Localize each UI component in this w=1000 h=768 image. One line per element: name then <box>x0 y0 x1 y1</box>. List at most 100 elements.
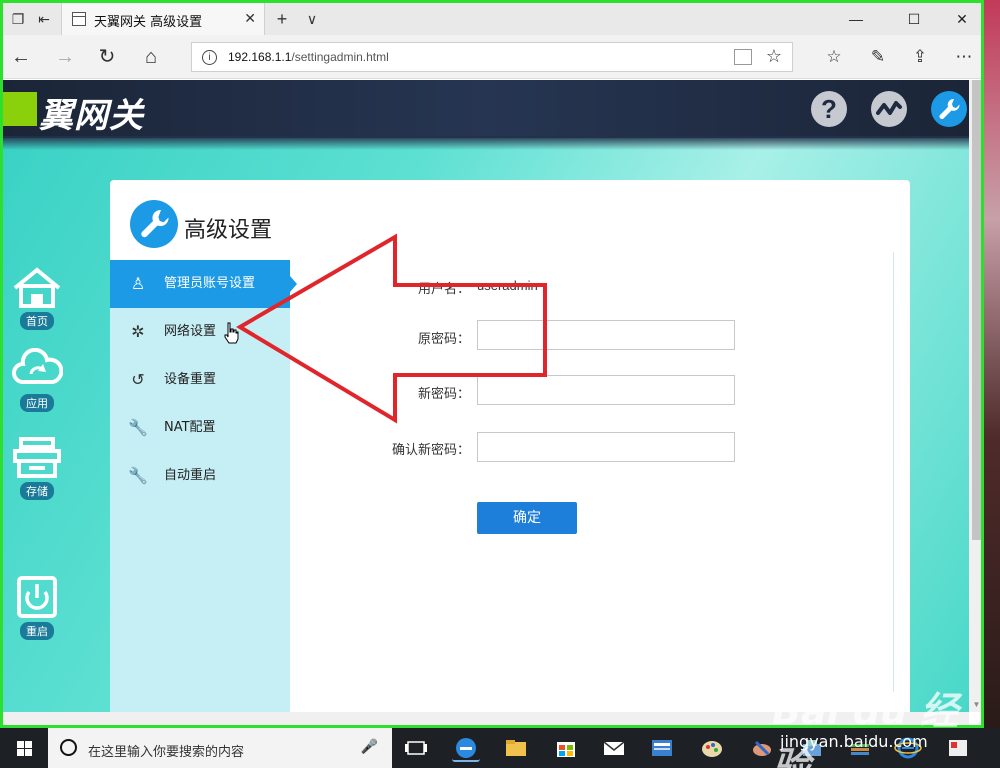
home-button[interactable]: ⌂ <box>137 43 165 71</box>
task-view-icon[interactable] <box>402 734 430 762</box>
side-nav-home[interactable]: 首页 <box>9 266 65 330</box>
app-icon[interactable] <box>944 734 972 762</box>
settings-panel: 高级设置 ♙ 管理员账号设置 ✲ 网络设置 ↺ 设备重置 🔧 NAT配置 🔧 自… <box>110 180 910 712</box>
store-icon[interactable] <box>552 734 580 762</box>
home-icon <box>11 266 63 310</box>
settings-menu: ♙ 管理员账号设置 ✲ 网络设置 ↺ 设备重置 🔧 NAT配置 🔧 自动重启 <box>110 260 297 712</box>
file-explorer-icon[interactable] <box>502 734 530 762</box>
url-text: 192.168.1.1/settingadmin.html <box>228 50 389 64</box>
side-nav-apps[interactable]: 应用 <box>9 347 65 412</box>
reading-view-icon[interactable] <box>734 49 752 65</box>
help-icon[interactable]: ? <box>811 91 847 127</box>
user-icon: ♙ <box>130 274 146 293</box>
horizontal-scrollbar[interactable] <box>3 712 969 725</box>
mail-icon[interactable] <box>600 734 628 762</box>
page-viewport: 翼网关 ? 首页 应用 存储 重启 高级设置 ♙ 管理员账号设置 ✲ 网络设置 … <box>3 80 969 712</box>
tab-list-icon[interactable]: ∨ <box>301 9 323 29</box>
confirm-password-field[interactable] <box>477 432 735 462</box>
url-host: 192.168.1.1 <box>228 50 292 64</box>
power-icon <box>11 576 63 620</box>
advanced-settings-icon[interactable] <box>931 91 967 127</box>
logo-text: 翼网关 <box>39 96 144 136</box>
tab-title: 天翼网关 高级设置 <box>94 15 203 30</box>
search-placeholder: 在这里输入你要搜索的内容 <box>88 745 245 760</box>
scroll-down-icon[interactable]: ▼ <box>969 698 981 712</box>
menu-item-network-settings[interactable]: ✲ 网络设置 <box>110 308 290 356</box>
app-icon[interactable] <box>798 734 826 762</box>
minimize-button[interactable]: — <box>833 7 879 31</box>
menu-item-label: 自动重启 <box>164 468 217 483</box>
tab-active[interactable]: 天翼网关 高级设置 ✕ <box>61 3 265 35</box>
menu-item-admin-account[interactable]: ♙ 管理员账号设置 <box>110 260 297 308</box>
menu-item-label: 设备重置 <box>164 372 217 387</box>
set-aside-tabs-icon[interactable]: ⇤ <box>33 9 55 29</box>
share-icon[interactable]: ⇪ <box>907 44 933 70</box>
cortana-icon <box>60 739 77 756</box>
address-bar[interactable]: i 192.168.1.1/settingadmin.html ☆ <box>191 42 793 72</box>
browser-window: ❐ ⇤ 天翼网关 高级设置 ✕ + ∨ — ☐ ✕ ← → ↻ ⌂ i 192.… <box>0 0 984 728</box>
side-nav-storage-label: 存储 <box>20 482 54 500</box>
site-info-icon[interactable]: i <box>202 50 217 65</box>
desktop-background <box>984 0 1000 728</box>
side-nav-reboot-label: 重启 <box>20 622 54 640</box>
menu-item-label: 网络设置 <box>164 324 217 339</box>
more-icon[interactable]: ⋯ <box>951 44 977 70</box>
close-window-button[interactable]: ✕ <box>939 7 981 31</box>
navigation-bar: ← → ↻ ⌂ i 192.168.1.1/settingadmin.html … <box>3 35 981 79</box>
taskbar: 在这里输入你要搜索的内容 🎤 <box>0 728 1000 768</box>
menu-item-device-reset[interactable]: ↺ 设备重置 <box>110 356 290 404</box>
url-path: /settingadmin.html <box>291 50 389 64</box>
gear-icon: ✲ <box>131 322 145 341</box>
old-password-field[interactable] <box>477 320 735 350</box>
tab-close-icon[interactable]: ✕ <box>244 10 256 27</box>
microphone-icon[interactable]: 🎤 <box>361 738 378 755</box>
hand-cursor-icon <box>224 322 239 344</box>
ie-icon[interactable] <box>894 734 922 762</box>
side-nav-home-label: 首页 <box>20 312 54 330</box>
new-password-label: 新密码： <box>417 387 470 402</box>
favorites-hub-icon[interactable]: ☆ <box>821 44 847 70</box>
menu-item-label: 管理员账号设置 <box>164 276 256 291</box>
web-note-icon[interactable]: ✎ <box>865 44 891 70</box>
forward-button[interactable]: → <box>51 43 79 71</box>
vertical-scrollbar[interactable]: ▼ <box>969 80 981 712</box>
page-title: 高级设置 <box>184 218 273 243</box>
router-header: 翼网关 ? <box>3 80 969 150</box>
refresh-button[interactable]: ↻ <box>93 43 121 71</box>
side-nav-reboot[interactable]: 重启 <box>9 576 65 640</box>
menu-item-nat-config[interactable]: 🔧 NAT配置 <box>110 404 290 452</box>
app-icon[interactable] <box>846 734 874 762</box>
wrench-icon <box>130 200 178 248</box>
paint-icon[interactable] <box>698 734 726 762</box>
wrench-icon: 🔧 <box>128 418 148 437</box>
new-password-field[interactable] <box>477 375 735 405</box>
tab-bar: ❐ ⇤ 天翼网关 高级设置 ✕ + ∨ — ☐ ✕ <box>3 3 981 35</box>
username-label: 用户名： <box>417 282 470 297</box>
app-icon[interactable] <box>748 734 776 762</box>
new-tab-icon[interactable]: + <box>271 9 293 29</box>
back-button[interactable]: ← <box>7 43 35 71</box>
maximize-button[interactable]: ☐ <box>891 7 937 31</box>
tab-actions-icon[interactable]: ❐ <box>7 9 29 29</box>
divider <box>893 252 894 692</box>
reset-icon: ↺ <box>131 370 145 389</box>
confirm-button[interactable]: 确定 <box>477 502 577 534</box>
page-icon <box>72 12 86 26</box>
storage-icon <box>11 436 63 480</box>
confirm-password-label: 确认新密码： <box>391 443 470 458</box>
edge-icon[interactable] <box>452 734 480 762</box>
scrollbar-thumb[interactable] <box>972 80 981 540</box>
network-status-icon[interactable] <box>871 91 907 127</box>
logo-mark <box>3 92 37 126</box>
cloud-sync-icon <box>11 347 64 392</box>
side-nav-apps-label: 应用 <box>20 394 54 412</box>
old-password-label: 原密码： <box>417 332 470 347</box>
taskbar-search[interactable]: 在这里输入你要搜索的内容 🎤 <box>48 728 392 768</box>
favorite-star-icon[interactable]: ☆ <box>766 46 782 67</box>
start-button[interactable] <box>0 728 48 768</box>
windows-logo-icon <box>17 741 32 756</box>
side-nav-storage[interactable]: 存储 <box>9 436 65 500</box>
app-icon[interactable] <box>648 734 676 762</box>
menu-item-auto-reboot[interactable]: 🔧 自动重启 <box>110 452 290 500</box>
menu-item-label: NAT配置 <box>164 420 216 435</box>
